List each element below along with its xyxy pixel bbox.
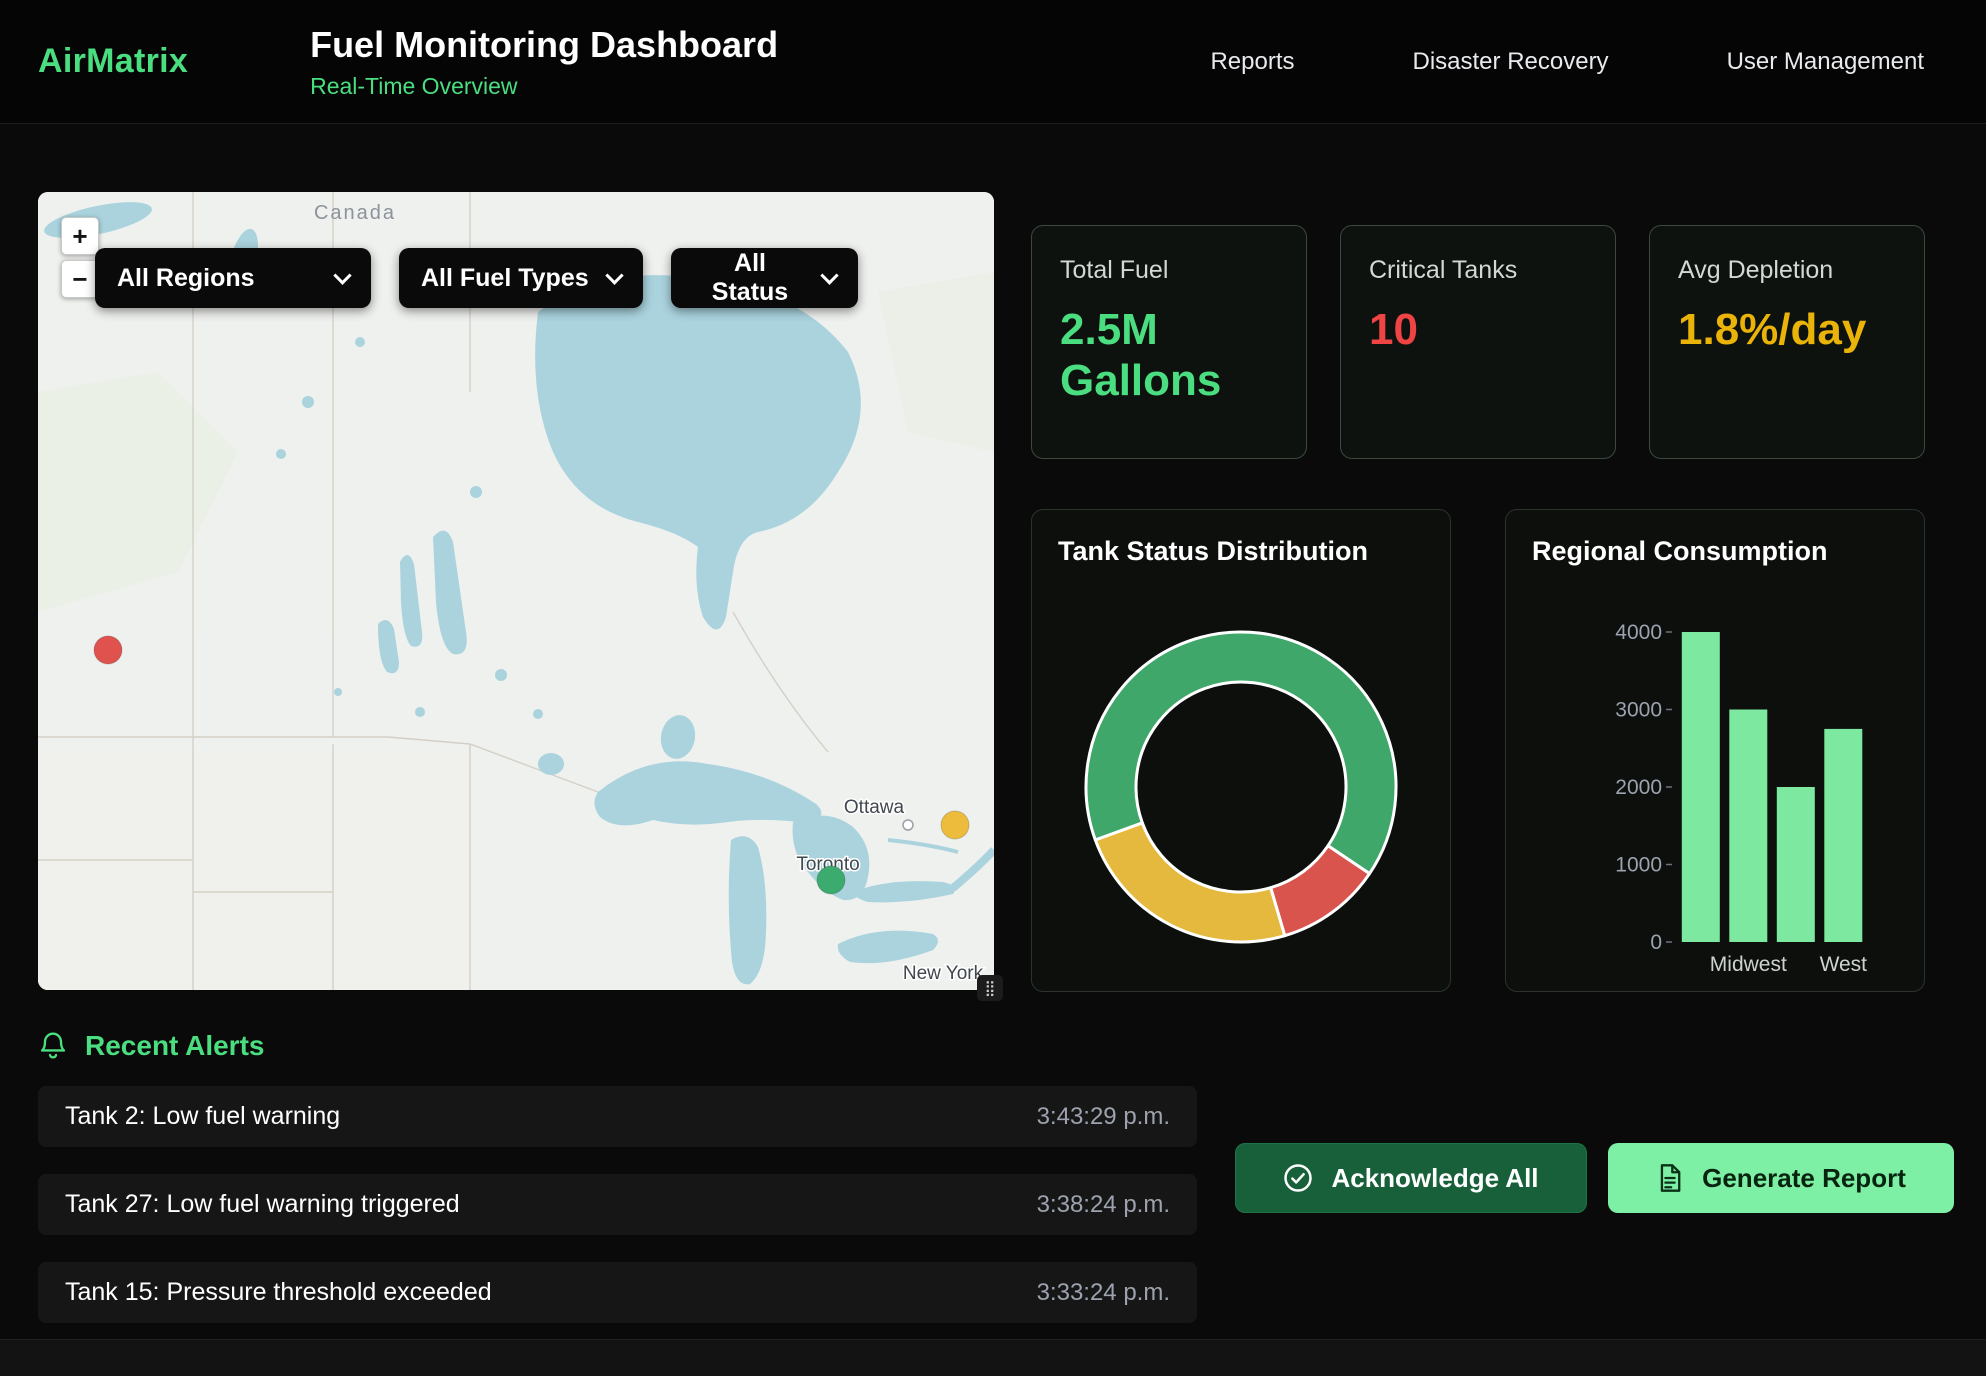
page-subtitle: Real-Time Overview: [310, 73, 778, 100]
svg-text:3000: 3000: [1615, 699, 1662, 722]
alert-time: 3:33:24 p.m.: [1037, 1279, 1170, 1307]
alert-list: Tank 2: Low fuel warning 3:43:29 p.m. Ta…: [38, 1086, 1197, 1350]
alerts-title: Recent Alerts: [85, 1030, 264, 1062]
page-title: Fuel Monitoring Dashboard: [310, 24, 778, 66]
alert-time: 3:38:24 p.m.: [1037, 1191, 1170, 1219]
generate-report-label: Generate Report: [1702, 1163, 1906, 1194]
map-canvas[interactable]: Canada Ottawa Toronto New York: [38, 192, 994, 990]
stat-card-avg-depletion: Avg Depletion 1.8%/day: [1649, 225, 1925, 459]
zoom-in-button[interactable]: +: [61, 217, 99, 255]
map-filters: All Regions All Fuel Types All Status: [95, 248, 858, 308]
region-filter-dropdown[interactable]: All Regions: [95, 248, 371, 308]
stats-row: Total Fuel 2.5M Gallons Critical Tanks 1…: [1031, 225, 1925, 459]
chart-title: Tank Status Distribution: [1058, 536, 1424, 567]
city-dot-ottawa: [903, 820, 913, 830]
dashboard-right-column: Total Fuel 2.5M Gallons Critical Tanks 1…: [1031, 225, 1925, 992]
fuel-type-filter-label: All Fuel Types: [421, 264, 589, 293]
alerts-section: Recent Alerts Tank 2: Low fuel warning 3…: [0, 990, 1986, 1376]
stat-card-critical-tanks: Critical Tanks 10: [1340, 225, 1616, 459]
chart-title: Regional Consumption: [1532, 536, 1898, 567]
alert-row[interactable]: Tank 2: Low fuel warning 3:43:29 p.m.: [38, 1086, 1197, 1147]
tank-marker-warning[interactable]: [941, 811, 969, 839]
map-panel: Canada Ottawa Toronto New York + − All R…: [38, 192, 994, 990]
alert-row[interactable]: Tank 15: Pressure threshold exceeded 3:3…: [38, 1262, 1197, 1323]
tank-status-card: Tank Status Distribution: [1031, 509, 1451, 992]
svg-text:2000: 2000: [1615, 776, 1662, 799]
map-label-canada: Canada: [314, 202, 396, 224]
generate-report-button[interactable]: Generate Report: [1608, 1143, 1954, 1213]
alert-time: 3:43:29 p.m.: [1037, 1103, 1170, 1131]
title-block: Fuel Monitoring Dashboard Real-Time Over…: [310, 24, 778, 100]
bell-icon: [38, 1030, 68, 1062]
charts-row: Tank Status Distribution Regional Consum…: [1031, 509, 1925, 992]
zoom-out-button[interactable]: −: [61, 260, 99, 298]
tank-marker-critical[interactable]: [94, 636, 122, 664]
map-label-ottawa: Ottawa: [844, 797, 905, 818]
status-filter-dropdown[interactable]: All Status: [671, 248, 858, 308]
nav-disaster-recovery[interactable]: Disaster Recovery: [1413, 48, 1609, 76]
stat-value: 2.5M Gallons: [1060, 305, 1235, 406]
alert-message: Tank 27: Low fuel warning triggered: [65, 1190, 460, 1219]
svg-text:0: 0: [1650, 931, 1662, 954]
app-header: AirMatrix Fuel Monitoring Dashboard Real…: [0, 0, 1986, 124]
region-filter-label: All Regions: [117, 264, 255, 293]
footer-strip: [0, 1339, 1986, 1376]
tank-status-donut: [1076, 622, 1406, 952]
file-report-icon: [1656, 1163, 1684, 1193]
stat-label: Critical Tanks: [1369, 256, 1587, 285]
main-nav: Reports Disaster Recovery User Managemen…: [1210, 48, 1924, 76]
svg-text:Midwest: Midwest: [1710, 953, 1787, 976]
status-filter-label: All Status: [693, 249, 807, 307]
bar-wrap: 0 1000 2000 3000 4000 Midwest West: [1532, 597, 1898, 987]
map-zoom-controls: + −: [61, 217, 99, 298]
check-circle-icon: [1283, 1163, 1313, 1193]
stat-value: 10: [1369, 305, 1544, 356]
alert-message: Tank 15: Pressure threshold exceeded: [65, 1278, 492, 1307]
tank-marker-normal[interactable]: [817, 866, 845, 894]
chevron-down-icon: [605, 266, 623, 284]
acknowledge-all-label: Acknowledge All: [1331, 1163, 1538, 1194]
donut-wrap: [1058, 622, 1424, 952]
stat-value: 1.8%/day: [1678, 305, 1853, 356]
stat-label: Total Fuel: [1060, 256, 1278, 285]
resize-grip-icon[interactable]: ⣿: [977, 975, 1003, 1001]
chevron-down-icon: [333, 266, 351, 284]
alert-row[interactable]: Tank 27: Low fuel warning triggered 3:38…: [38, 1174, 1197, 1235]
nav-user-management[interactable]: User Management: [1727, 48, 1924, 76]
acknowledge-all-button[interactable]: Acknowledge All: [1235, 1143, 1587, 1213]
fuel-type-filter-dropdown[interactable]: All Fuel Types: [399, 248, 643, 308]
alert-actions: Acknowledge All Generate Report: [1235, 1143, 1954, 1213]
map-label-new-york: New York: [903, 963, 984, 984]
regional-consumption-card: Regional Consumption 0 1000 2000 3000 4000 Mi…: [1505, 509, 1925, 992]
app-logo: AirMatrix: [38, 42, 188, 81]
chevron-down-icon: [820, 266, 838, 284]
alerts-header: Recent Alerts: [38, 1030, 264, 1062]
stat-label: Avg Depletion: [1678, 256, 1896, 285]
svg-text:4000: 4000: [1615, 621, 1662, 644]
svg-text:1000: 1000: [1615, 854, 1662, 877]
alert-message: Tank 2: Low fuel warning: [65, 1102, 340, 1131]
nav-reports[interactable]: Reports: [1210, 48, 1294, 76]
regional-consumption-chart: 0 1000 2000 3000 4000 Midwest West: [1532, 597, 1900, 982]
map-graphic: Canada Ottawa Toronto New York: [38, 192, 994, 990]
svg-text:West: West: [1820, 953, 1868, 976]
stat-card-total-fuel: Total Fuel 2.5M Gallons: [1031, 225, 1307, 459]
